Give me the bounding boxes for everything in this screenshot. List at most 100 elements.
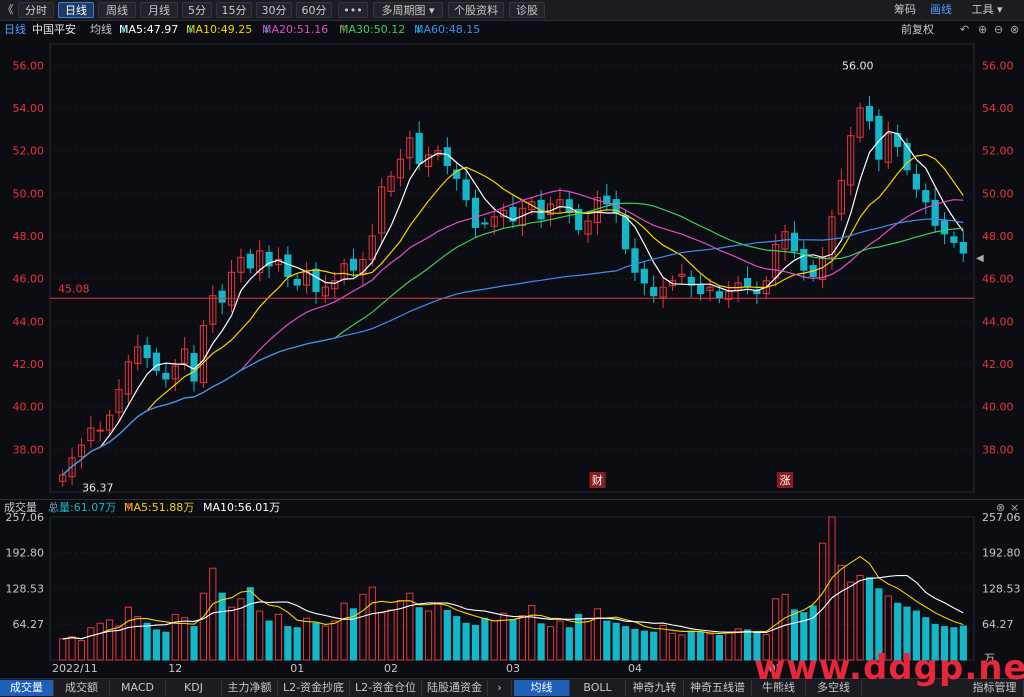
volume-bar (274, 613, 283, 661)
volume-bar (678, 634, 686, 661)
tab-kdj[interactable]: KDJ (166, 680, 222, 696)
volume-bar (152, 629, 161, 661)
x-axis-label: 01 (290, 662, 304, 675)
candle-body (800, 248, 808, 271)
ma5-line (62, 130, 964, 476)
price-tick-left: 52.00 (13, 145, 45, 158)
price-tick-right: 50.00 (982, 187, 1014, 200)
volume-tick-right: 192.80 (982, 547, 1021, 560)
volume-bar (77, 640, 86, 661)
volume-tick-left: 192.80 (6, 547, 45, 560)
scroll-right-icon[interactable]: › (488, 680, 512, 696)
volume-bar (331, 620, 339, 661)
price-tick-left: 50.00 (13, 187, 45, 200)
tab-main-net[interactable]: 主力净额 (222, 680, 278, 696)
tab-volume[interactable]: 成交量 (0, 680, 54, 696)
volume-bar (575, 613, 583, 661)
volume-bar (284, 626, 292, 661)
price-tick-left: 54.00 (13, 102, 45, 115)
price-tick-right: 52.00 (982, 145, 1014, 158)
watermark: www.ddgp.net (754, 648, 1024, 688)
candle-body (246, 253, 254, 269)
candle-body (912, 173, 920, 190)
price-tick-right: 38.00 (982, 443, 1014, 456)
tab-boll[interactable]: BOLL (570, 680, 626, 696)
volume-bar (546, 626, 555, 661)
candle-body (565, 199, 573, 214)
tab-l2-position[interactable]: L2-资金仓位 (350, 680, 422, 696)
volume-bar (256, 610, 264, 661)
volume-bar (190, 626, 198, 661)
x-axis-label: 02 (384, 662, 398, 675)
price-tick-left: 44.00 (13, 315, 45, 328)
volume-bar (725, 631, 733, 661)
low-annotation: 36.37 (82, 481, 114, 494)
volume-bar (378, 612, 386, 661)
candle-body (284, 254, 292, 278)
tab-turnover[interactable]: 成交额 (54, 680, 110, 696)
price-tick-right: 46.00 (982, 273, 1014, 286)
volume-bar (537, 623, 545, 661)
volume-bar (424, 610, 433, 661)
volume-bar (471, 625, 480, 661)
volume-label[interactable]: 成交量 (4, 500, 37, 516)
tab-northbound[interactable]: 陆股通资金 (422, 680, 488, 696)
price-tick-left: 40.00 (13, 401, 45, 414)
volume-bar (697, 631, 705, 661)
candle-body (950, 236, 958, 243)
volume-legend: 成交量 总量:61.07万 ↑ MA5:51.88万 ↑ MA10:56.01万 ⊗… (0, 499, 1024, 516)
price-tick-left: 38.00 (13, 443, 45, 456)
volume-bar (68, 636, 76, 661)
volume-bar (359, 593, 367, 661)
volume-bar (59, 638, 67, 661)
volume-bar (162, 631, 170, 661)
volume-bar (706, 633, 714, 661)
price-tick-right: 42.00 (982, 358, 1014, 371)
volume-bar (227, 606, 236, 661)
volume-bar (124, 606, 132, 661)
volume-bar (518, 614, 526, 661)
candle-body (415, 132, 423, 164)
x-axis-label: 2022/11 (52, 662, 98, 675)
volume-bar (687, 630, 695, 661)
candle-body (481, 222, 489, 225)
volume-bar (818, 542, 827, 661)
candle-body (349, 258, 358, 271)
tab-five-lines[interactable]: 神奇五线谱 (684, 680, 752, 696)
tab-l2-bottom[interactable]: L2-资金抄底 (278, 680, 350, 696)
current-price-marker-icon: ◀ (976, 253, 984, 264)
tab-td9[interactable]: 神奇九转 (626, 680, 684, 696)
volume-bar (340, 602, 348, 661)
volume-bar (734, 628, 742, 661)
volume-bar (171, 613, 179, 661)
candle-body (922, 190, 930, 203)
close-icon[interactable]: × (1010, 500, 1019, 516)
candle-body (96, 429, 104, 432)
volume-bar (321, 625, 329, 661)
volume-bar (368, 586, 376, 661)
up-arrow-icon: ↑ (124, 501, 134, 514)
ma30-line (62, 202, 964, 476)
candle-body (790, 232, 799, 252)
candle-body (697, 284, 705, 295)
candle-body (650, 286, 658, 297)
volume-bar (565, 627, 573, 661)
kline-chart[interactable]: 56.00 56.00 54.00 54.00 52.00 52.00 50.00 50.00… (0, 0, 1024, 696)
volume-bar (453, 616, 461, 661)
candle-body (875, 115, 883, 160)
volume-tick-left: 128.53 (6, 583, 45, 596)
price-tick-left: 42.00 (13, 358, 45, 371)
tab-macd[interactable]: MACD (110, 680, 166, 696)
price-tick-right: 44.00 (982, 315, 1014, 328)
price-tick-right: 54.00 (982, 102, 1014, 115)
candle-body (959, 241, 967, 254)
price-tick-left: 48.00 (13, 230, 45, 243)
volume-bar (106, 619, 114, 661)
candle-body (162, 372, 170, 380)
tab-ma[interactable]: 均线 (514, 680, 570, 696)
volume-bar (650, 631, 658, 661)
volume-bar (218, 592, 226, 661)
settings-icon[interactable]: ⊗ (996, 500, 1005, 516)
volume-bar (659, 625, 667, 661)
volume-bar (593, 608, 602, 661)
